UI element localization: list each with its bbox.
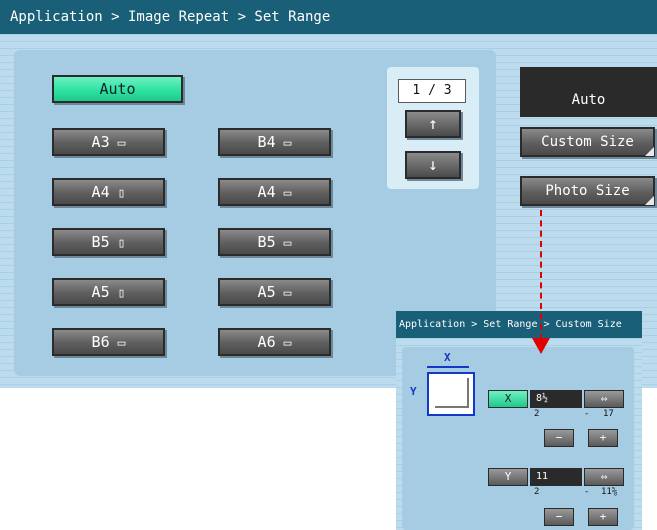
- paper-size-label: B5: [91, 233, 110, 251]
- photo-size-label: Photo Size: [545, 183, 630, 199]
- portrait-icon: ▯: [117, 186, 126, 201]
- range-dash: -: [584, 409, 590, 419]
- paper-size-button[interactable]: A6 ▭: [218, 328, 331, 356]
- plus-icon: +: [599, 431, 607, 444]
- landscape-icon: ▭: [283, 186, 292, 201]
- portrait-icon: ▯: [117, 286, 126, 301]
- y-value-field: 11: [530, 468, 582, 486]
- page-navigator: 1 / 3 ↑ ↓: [387, 67, 479, 189]
- paper-size-label: A6: [257, 333, 276, 351]
- page-up-button[interactable]: ↑: [405, 110, 461, 138]
- x-increase-button[interactable]: +: [588, 429, 618, 447]
- paper-size-button[interactable]: B6 ▭: [52, 328, 165, 356]
- paper-size-button[interactable]: B4 ▭: [218, 128, 331, 156]
- paper-size-label: A5: [257, 283, 276, 301]
- arrow-down-icon: ↓: [428, 155, 438, 174]
- paper-size-label: A5: [91, 283, 110, 301]
- paper-size-button[interactable]: A4 ▯: [52, 178, 165, 206]
- swap-icon: ⇔: [600, 470, 608, 483]
- y-select-button[interactable]: Y: [488, 468, 528, 486]
- range-dash: -: [584, 487, 590, 497]
- sheet-shadow: [435, 378, 469, 408]
- minus-icon: −: [555, 510, 563, 523]
- y-increase-button[interactable]: +: [588, 508, 618, 526]
- x-axis-label: X: [444, 351, 451, 364]
- annotation-arrow-icon: [532, 338, 550, 354]
- breadcrumb: Application > Image Repeat > Set Range: [0, 0, 657, 34]
- x-max-value: 17: [603, 409, 614, 419]
- paper-size-button[interactable]: A3 ▭: [52, 128, 165, 156]
- paper-size-button[interactable]: B5 ▭: [218, 228, 331, 256]
- annotation-connector: [540, 210, 542, 340]
- minus-icon: −: [555, 431, 563, 444]
- paper-size-button[interactable]: A4 ▭: [218, 178, 331, 206]
- inset-breadcrumb: Application > Set Range > Custom Size: [396, 311, 642, 338]
- x-min-value: 2: [534, 409, 540, 419]
- x-dimension-line: [427, 366, 469, 368]
- auto-paper-button[interactable]: Auto: [52, 75, 183, 103]
- photo-size-button[interactable]: Photo Size: [520, 176, 655, 206]
- page-down-button[interactable]: ↓: [405, 151, 461, 179]
- y-axis-label: Y: [410, 385, 417, 398]
- paper-size-label: A4: [257, 183, 276, 201]
- landscape-icon: ▭: [283, 336, 292, 351]
- paper-diagram-icon: [427, 372, 475, 416]
- x-swap-button[interactable]: ⇔: [584, 390, 624, 408]
- y-min-value: 2: [534, 487, 540, 497]
- corner-fold-icon: [645, 196, 654, 205]
- y-decrease-button[interactable]: −: [544, 508, 574, 526]
- paper-size-button[interactable]: A5 ▭: [218, 278, 331, 306]
- paper-size-label: B5: [257, 233, 276, 251]
- paper-size-label: B6: [91, 333, 110, 351]
- corner-fold-icon: [645, 147, 654, 156]
- paper-size-label: B4: [257, 133, 276, 151]
- landscape-icon: ▭: [117, 336, 126, 351]
- paper-size-label: A4: [91, 183, 110, 201]
- paper-size-label: A3: [91, 133, 110, 151]
- x-decrease-button[interactable]: −: [544, 429, 574, 447]
- landscape-icon: ▭: [283, 136, 292, 151]
- y-max-value: 11⅝: [601, 487, 618, 497]
- auto-size-display[interactable]: Auto: [520, 67, 657, 117]
- paper-size-button[interactable]: B5 ▯: [52, 228, 165, 256]
- x-select-button[interactable]: X: [488, 390, 528, 408]
- paper-size-button[interactable]: A5 ▯: [52, 278, 165, 306]
- portrait-icon: ▯: [117, 236, 126, 251]
- landscape-icon: ▭: [283, 286, 292, 301]
- page-indicator: 1 / 3: [398, 79, 466, 103]
- custom-size-button[interactable]: Custom Size: [520, 127, 655, 157]
- y-swap-button[interactable]: ⇔: [584, 468, 624, 486]
- custom-size-inset: Application > Set Range > Custom Size X …: [396, 311, 642, 530]
- plus-icon: +: [599, 510, 607, 523]
- swap-icon: ⇔: [600, 392, 608, 405]
- custom-size-label: Custom Size: [541, 134, 634, 150]
- landscape-icon: ▭: [283, 236, 292, 251]
- x-value-field: 8½: [530, 390, 582, 408]
- arrow-up-icon: ↑: [428, 114, 438, 133]
- landscape-icon: ▭: [117, 136, 126, 151]
